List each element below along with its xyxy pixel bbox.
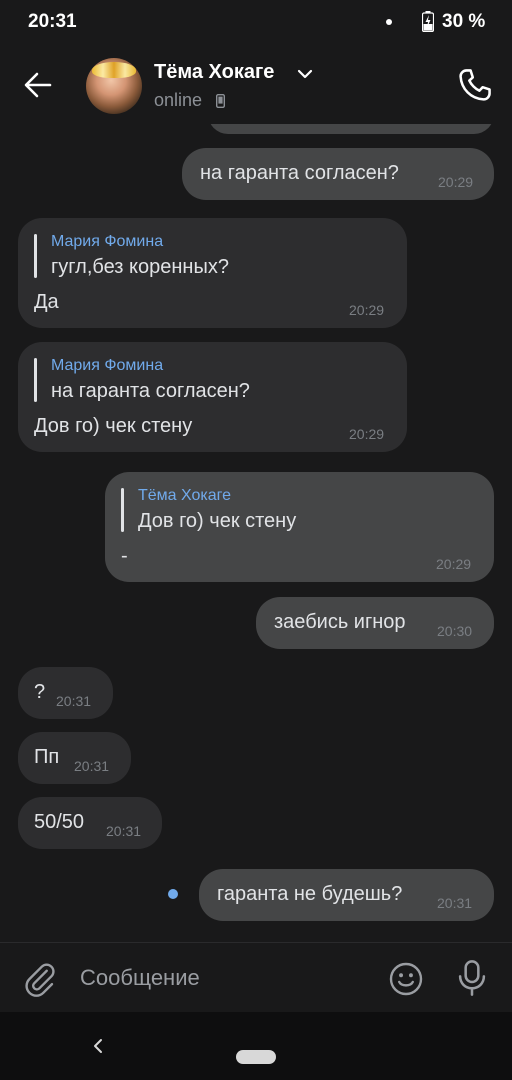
message-time: 20:31: [56, 693, 92, 709]
unread-indicator: [168, 889, 178, 899]
chat-status: online: [154, 90, 203, 110]
message-bubble[interactable]: на гаранта согласен? 20:29: [182, 148, 494, 200]
microphone-icon[interactable]: [456, 959, 488, 997]
nav-home-pill[interactable]: [236, 1050, 276, 1064]
message-time: 20:29: [436, 556, 472, 572]
smiley-icon[interactable]: [388, 961, 424, 997]
message-text: -: [121, 545, 128, 567]
message-bubble[interactable]: Тёма Хокаге Дов го) чек стену - 20:29: [105, 472, 494, 582]
message-list[interactable]: на гаранта согласен? 20:29 Мария Фомина …: [0, 124, 512, 942]
reply-text: Дов го) чек стену: [138, 510, 297, 532]
message-time: 20:29: [349, 302, 385, 318]
message-bubble[interactable]: Мария Фомина на гаранта согласен? Дов го…: [18, 342, 407, 452]
message-time: 20:31: [106, 823, 142, 839]
message-text: гаранта не будешь?: [217, 883, 403, 905]
chevron-down-icon[interactable]: [297, 68, 313, 80]
reply-text: на гаранта согласен?: [51, 380, 250, 402]
reply-author: Мария Фомина: [51, 233, 164, 250]
message-text: Дов го) чек стену: [34, 415, 193, 437]
message-time: 20:29: [438, 174, 474, 190]
message-time: 20:29: [349, 426, 385, 442]
message-text: ?: [34, 681, 46, 703]
status-bar: 20:31 30 %: [0, 0, 512, 44]
message-bubble[interactable]: 50/50 20:31: [18, 797, 162, 849]
reply-quote-bar: [34, 358, 37, 402]
message-bubble[interactable]: ? 20:31: [18, 667, 113, 719]
message-time: 20:31: [74, 758, 110, 774]
reply-quote-bar: [34, 234, 37, 278]
message-time: 20:31: [437, 895, 473, 911]
message-bubble[interactable]: Пп 20:31: [18, 732, 131, 784]
chat-title[interactable]: Тёма Хокаге: [154, 61, 274, 84]
message-bubble[interactable]: Мария Фомина гугл,без коренных? Да 20:29: [18, 218, 407, 328]
message-bubble[interactable]: гаранта не будешь? 20:31: [199, 869, 494, 921]
reply-quote-bar: [121, 488, 124, 532]
system-nav-bar: [0, 1012, 512, 1080]
message-text: Пп: [34, 746, 60, 768]
mobile-phone-icon: [216, 94, 225, 108]
chat-header: Тёма Хокаге online: [0, 44, 512, 124]
battery-percent: 30 %: [442, 11, 486, 32]
message-text: на гаранта согласен?: [200, 162, 399, 184]
message-bubble-partial[interactable]: [208, 124, 494, 134]
nav-back-icon[interactable]: [88, 1036, 108, 1056]
arrow-left-icon[interactable]: [18, 68, 58, 102]
avatar-crown: [92, 62, 136, 78]
message-composer: [0, 942, 512, 1013]
message-text: 50/50: [34, 811, 85, 833]
message-text: заебись игнор: [274, 611, 406, 633]
reply-author: Мария Фомина: [51, 357, 164, 374]
message-time: 20:30: [437, 623, 473, 639]
message-bubble[interactable]: заебись игнор 20:30: [256, 597, 494, 649]
notification-dot-icon: [386, 19, 392, 25]
reply-text: гугл,без коренных?: [51, 256, 229, 278]
paperclip-icon[interactable]: [22, 961, 58, 997]
avatar[interactable]: [86, 58, 142, 114]
message-text: Да: [34, 291, 59, 313]
battery-charging-icon: [422, 11, 434, 32]
message-input[interactable]: [80, 957, 370, 999]
status-time: 20:31: [28, 11, 77, 32]
phone-icon[interactable]: [456, 66, 494, 104]
reply-author: Тёма Хокаге: [138, 487, 232, 504]
